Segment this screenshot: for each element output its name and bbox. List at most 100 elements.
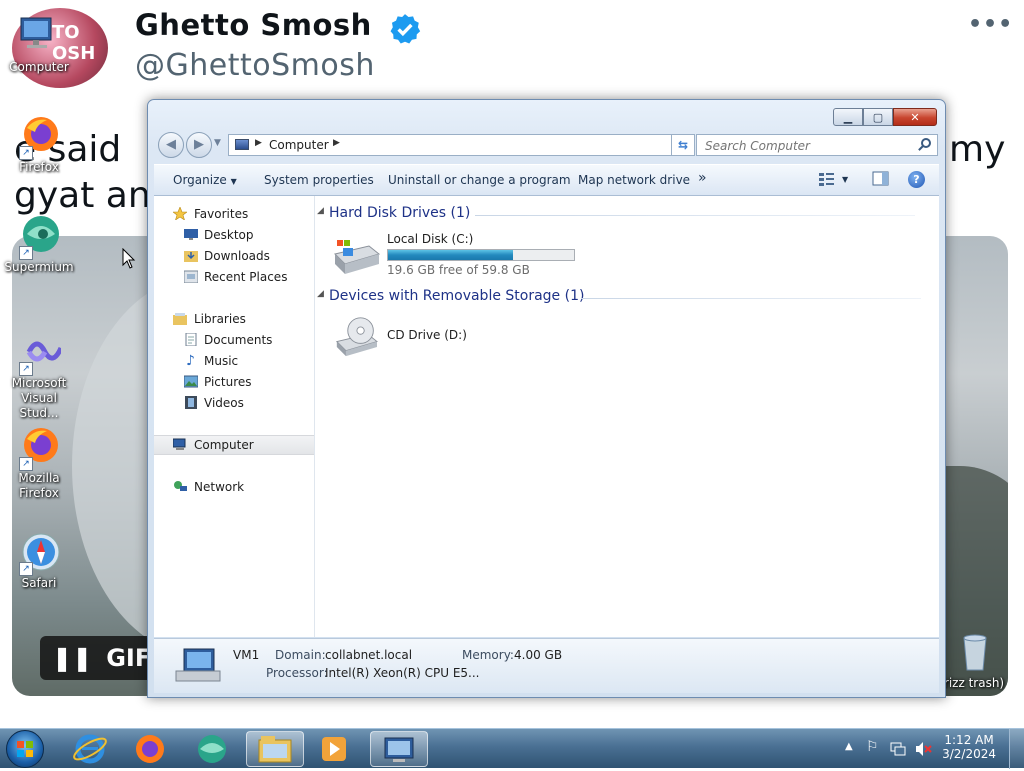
explorer-window: ▁ ▢ ✕ ◀ ▶ ▼ ▶ Computer ▶ ▼ ⇆ Organize ▼ … bbox=[147, 99, 946, 698]
taskbar-firefox[interactable] bbox=[122, 731, 178, 767]
firefox-icon: ↗ bbox=[17, 425, 61, 471]
volume-muted-icon[interactable] bbox=[914, 741, 932, 757]
nav-libraries[interactable]: Libraries bbox=[154, 309, 314, 329]
preview-pane-icon[interactable] bbox=[872, 171, 890, 187]
nav-network[interactable]: Network bbox=[154, 477, 314, 497]
show-hidden-icons[interactable]: ▲ bbox=[845, 741, 853, 752]
show-desktop-button[interactable] bbox=[1009, 729, 1024, 769]
safari-icon: ↗ bbox=[17, 530, 61, 576]
taskbar: ▲ ⚐ 1:12 AM 3/2/2024 bbox=[0, 728, 1024, 769]
forward-button[interactable]: ▶ bbox=[186, 132, 212, 158]
recent-pages-dropdown-icon[interactable]: ▼ bbox=[214, 138, 221, 148]
desktop-icon-safari[interactable]: ↗ Safari bbox=[3, 530, 75, 591]
pause-icon[interactable]: ❚❚ bbox=[52, 644, 92, 672]
nav-favorites[interactable]: Favorites bbox=[154, 204, 314, 224]
content-pane: ◢ Hard Disk Drives (1) Local Disk (C:) 1… bbox=[315, 196, 939, 637]
action-center-flag-icon[interactable]: ⚐ bbox=[866, 739, 879, 755]
nav-recent-places[interactable]: Recent Places bbox=[154, 267, 314, 287]
nav-label: Desktop bbox=[204, 228, 254, 242]
address-bar[interactable]: ▶ Computer ▶ ▼ bbox=[228, 134, 690, 156]
explorer-icon bbox=[258, 736, 292, 763]
group-divider bbox=[475, 215, 915, 216]
mouse-cursor-icon bbox=[122, 248, 136, 269]
processor-label: Processor: bbox=[266, 666, 328, 680]
verified-badge-icon bbox=[390, 14, 421, 44]
uninstall-program-button[interactable]: Uninstall or change a program bbox=[388, 173, 571, 187]
processor-value: Intel(R) Xeon(R) CPU E5... bbox=[325, 666, 480, 680]
nav-label: Computer bbox=[194, 438, 254, 452]
navigation-bar: ◀ ▶ ▼ ▶ Computer ▶ ▼ ⇆ bbox=[156, 132, 938, 158]
desktop-icon-supermium[interactable]: ↗ Supermium bbox=[3, 214, 75, 275]
network-icon[interactable] bbox=[890, 741, 906, 757]
organize-button[interactable]: Organize ▼ bbox=[173, 173, 237, 187]
taskbar-explorer[interactable] bbox=[246, 731, 304, 767]
clock-date: 3/2/2024 bbox=[942, 747, 996, 761]
back-button[interactable]: ◀ bbox=[158, 132, 184, 158]
view-options-dropdown-icon[interactable]: ▼ bbox=[842, 175, 848, 184]
taskbar-media-player[interactable] bbox=[306, 731, 362, 767]
taskbar-supermium[interactable] bbox=[184, 731, 240, 767]
minimize-button[interactable]: ▁ bbox=[833, 108, 863, 126]
desktop-icon-recycle-bin[interactable]: rizz trash) bbox=[938, 630, 1010, 691]
visual-studio-icon: ↗ bbox=[17, 330, 64, 376]
nav-label: Recent Places bbox=[204, 270, 288, 284]
memory-label: Memory: bbox=[462, 648, 514, 662]
tweet-text-line2: gyat an bbox=[14, 175, 151, 216]
star-icon bbox=[173, 207, 187, 220]
nav-label: Network bbox=[194, 480, 245, 494]
details-pane: VM1 Domain: collabnet.local Memory: 4.00… bbox=[154, 638, 939, 693]
drive-name: CD Drive (D:) bbox=[387, 328, 467, 342]
nav-label: Favorites bbox=[194, 207, 249, 221]
breadcrumb-arrow-icon[interactable]: ▶ bbox=[333, 138, 340, 148]
computer-name: VM1 bbox=[233, 648, 260, 662]
search-input[interactable] bbox=[705, 139, 905, 153]
desktop-icon-visual-studio[interactable]: ↗ Microsoft Visual Stud... bbox=[3, 330, 75, 421]
help-icon[interactable]: ? bbox=[908, 171, 925, 188]
more-commands-button[interactable]: » bbox=[698, 170, 707, 186]
system-properties-button[interactable]: System properties bbox=[264, 173, 374, 187]
change-view-icon[interactable] bbox=[818, 171, 836, 187]
window-caption-buttons: ▁ ▢ ✕ bbox=[833, 108, 937, 126]
desktop-icon-firefox[interactable]: ↗ Firefox bbox=[3, 114, 75, 175]
computer-small-icon bbox=[235, 139, 249, 150]
desktop-icon-computer[interactable]: Computer bbox=[3, 14, 75, 75]
breadcrumb-arrow-icon[interactable]: ▶ bbox=[255, 138, 262, 148]
drive-usage-fill bbox=[388, 250, 513, 260]
nav-downloads[interactable]: Downloads bbox=[154, 246, 314, 266]
close-button[interactable]: ✕ bbox=[893, 108, 937, 126]
group-header-hard-disk-drives[interactable]: Hard Disk Drives (1) bbox=[329, 205, 470, 221]
collapse-group-icon[interactable]: ◢ bbox=[317, 289, 324, 299]
explorer-body: Favorites Desktop Downloads Recent Place… bbox=[154, 196, 939, 637]
desktop-icon-mozilla-firefox[interactable]: ↗ Mozilla Firefox bbox=[3, 425, 75, 501]
nav-pictures[interactable]: Pictures bbox=[154, 372, 314, 392]
maximize-button[interactable]: ▢ bbox=[863, 108, 893, 126]
refresh-button[interactable]: ⇆ bbox=[671, 134, 695, 156]
nav-computer[interactable]: Computer bbox=[154, 435, 314, 455]
taskbar-control-panel[interactable] bbox=[370, 731, 428, 767]
search-icon[interactable] bbox=[921, 138, 931, 148]
domain-label: Domain: bbox=[275, 648, 326, 662]
desktop-icon-label: Safari bbox=[21, 576, 57, 590]
collapse-group-icon[interactable]: ◢ bbox=[317, 206, 324, 216]
nav-music[interactable]: ♪ Music bbox=[154, 351, 314, 371]
breadcrumb-computer[interactable]: Computer bbox=[269, 138, 329, 152]
nav-label: Videos bbox=[204, 396, 244, 410]
pictures-icon bbox=[184, 375, 198, 388]
recycle-bin-icon bbox=[952, 630, 996, 674]
group-header-removable-storage[interactable]: Devices with Removable Storage (1) bbox=[329, 288, 584, 304]
command-bar: Organize ▼ System properties Uninstall o… bbox=[154, 164, 939, 196]
nav-videos[interactable]: Videos bbox=[154, 393, 314, 413]
drive-local-disk-c[interactable]: Local Disk (C:) 19.6 GB free of 59.8 GB bbox=[315, 230, 615, 278]
nav-desktop[interactable]: Desktop bbox=[154, 225, 314, 245]
map-network-drive-button[interactable]: Map network drive bbox=[578, 173, 690, 187]
more-options-icon[interactable]: ••• bbox=[968, 12, 1013, 37]
nav-documents[interactable]: Documents bbox=[154, 330, 314, 350]
taskbar-internet-explorer[interactable] bbox=[62, 731, 118, 767]
clock-time: 1:12 AM bbox=[944, 733, 994, 747]
start-button[interactable] bbox=[6, 730, 44, 768]
search-box[interactable] bbox=[696, 134, 938, 156]
system-clock[interactable]: 1:12 AM 3/2/2024 bbox=[942, 733, 996, 761]
drive-usage-bar bbox=[387, 249, 575, 261]
drive-cd-d[interactable]: CD Drive (D:) bbox=[315, 314, 615, 364]
cd-drive-icon bbox=[335, 317, 378, 357]
